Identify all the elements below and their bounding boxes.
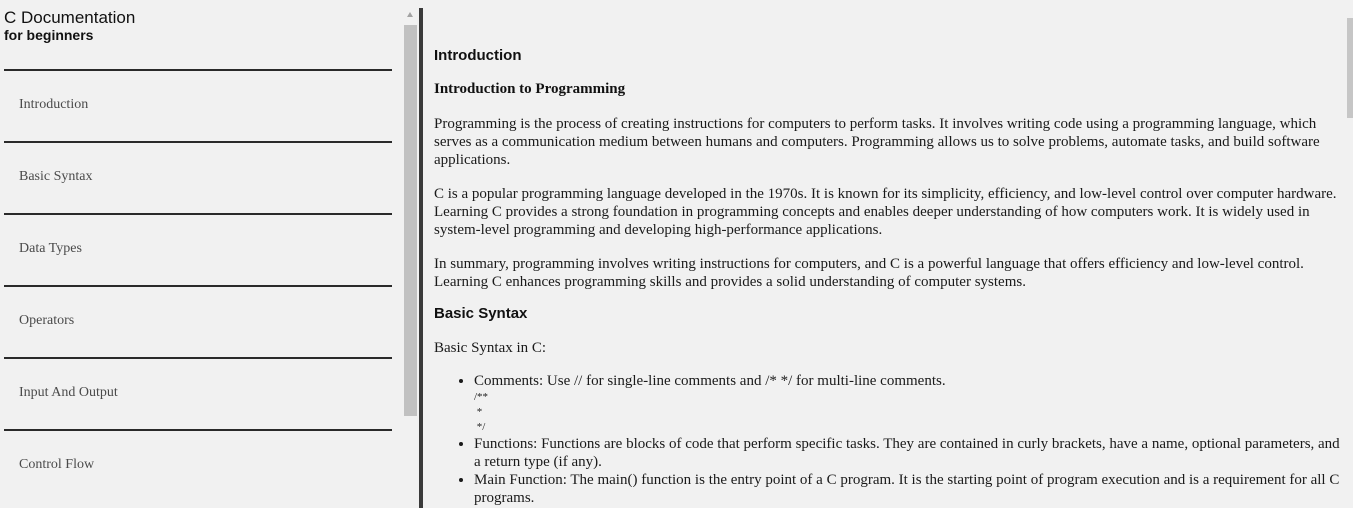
sidebar-scroll-thumb[interactable] (404, 25, 417, 416)
nav-item-data-types[interactable]: Data Types (4, 213, 392, 285)
intro-paragraph: C is a popular programming language deve… (434, 186, 1337, 238)
doc-subtitle: for beginners (4, 27, 94, 43)
nav-link-label[interactable]: Control Flow (19, 457, 94, 473)
doc-title: C Documentation (4, 8, 136, 27)
code-comment-block: /** * */ (474, 391, 489, 433)
section-heading-basic-syntax: Basic Syntax (434, 305, 528, 322)
main-content: Introduction Introduction to Programming… (434, 0, 1342, 508)
nav-list: Introduction Basic Syntax Data Types Ope… (4, 69, 392, 501)
syntax-list: Comments: Use // for single-line comment… (434, 372, 1342, 507)
main-scrollbar[interactable] (1342, 0, 1353, 508)
list-item: Comments: Use // for single-line comment… (474, 372, 1342, 435)
nav-link-label[interactable]: Operators (19, 313, 74, 329)
basic-syntax-intro: Basic Syntax in C: (434, 340, 547, 356)
intro-paragraph: Programming is the process of creating i… (434, 116, 1320, 168)
scroll-up-arrow-icon[interactable] (407, 12, 413, 17)
nav-item-basic-syntax[interactable]: Basic Syntax (4, 141, 392, 213)
list-item: Main Function: The main() function is th… (474, 471, 1342, 507)
nav-link-label[interactable]: Introduction (19, 97, 88, 113)
nav-item-control-flow[interactable]: Control Flow (4, 429, 392, 501)
sidebar-divider (419, 8, 423, 508)
sidebar: C Documentation for beginners Introducti… (0, 0, 404, 508)
nav-item-input-and-output[interactable]: Input And Output (4, 357, 392, 429)
list-item-text: Comments: Use // for single-line comment… (474, 373, 946, 389)
list-item-text: Functions: Functions are blocks of code … (474, 436, 1340, 470)
nav-item-introduction[interactable]: Introduction (4, 69, 392, 141)
sidebar-scrollbar[interactable] (404, 8, 417, 508)
main-scroll-thumb[interactable] (1347, 18, 1353, 118)
nav-link-label[interactable]: Data Types (19, 241, 82, 257)
sub-heading-intro-programming: Introduction to Programming (434, 81, 626, 97)
intro-paragraph: In summary, programming involves writing… (434, 256, 1304, 290)
nav-link-label[interactable]: Basic Syntax (19, 169, 93, 185)
list-item-text: Main Function: The main() function is th… (474, 472, 1340, 506)
nav-item-operators[interactable]: Operators (4, 285, 392, 357)
nav-link-label[interactable]: Input And Output (19, 385, 118, 401)
list-item: Functions: Functions are blocks of code … (474, 435, 1342, 471)
sidebar-header: C Documentation for beginners (4, 8, 135, 44)
section-heading-introduction: Introduction (434, 47, 522, 64)
